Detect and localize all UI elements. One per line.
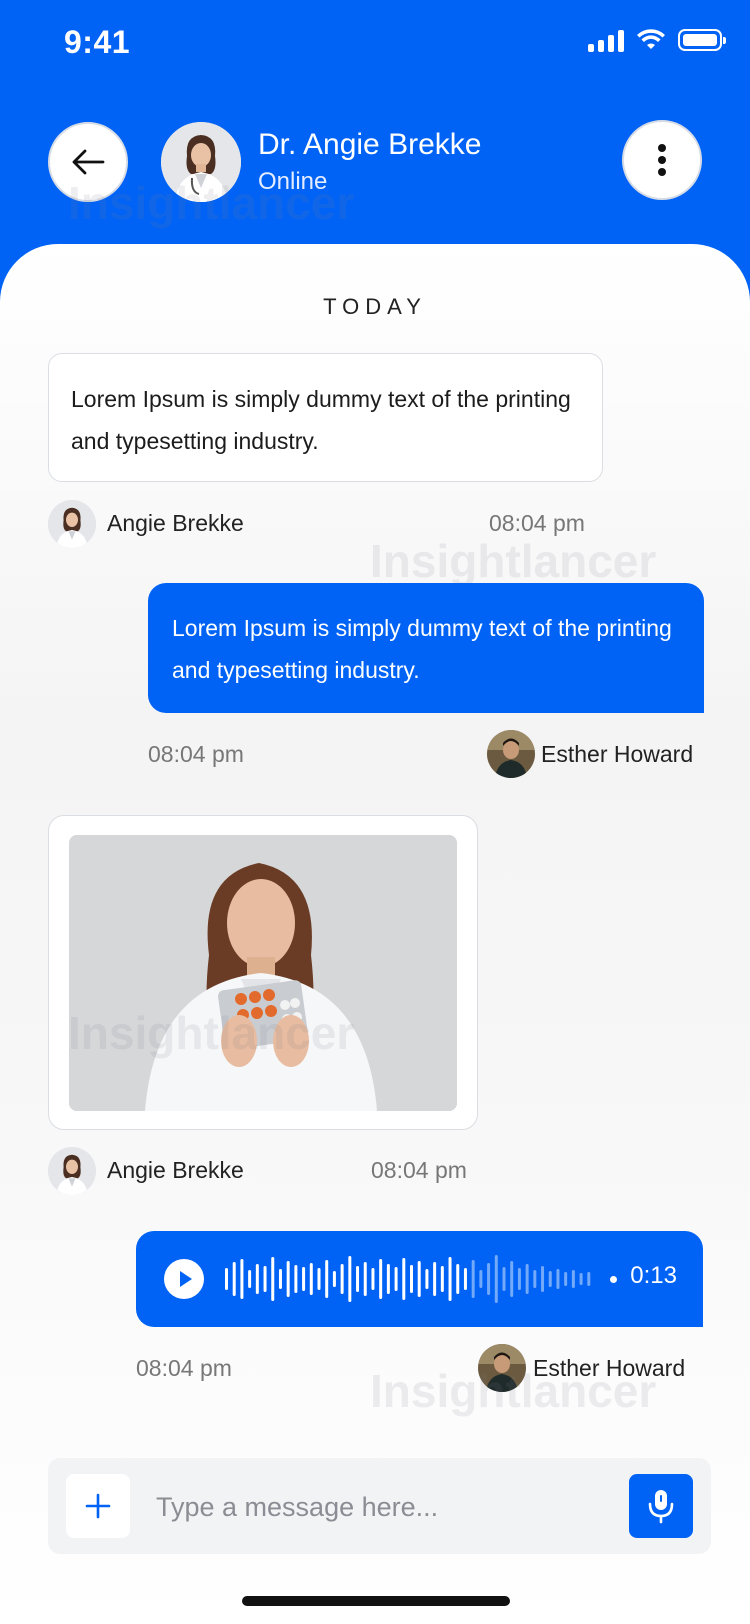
play-button[interactable] [164,1259,204,1299]
wifi-icon [637,29,665,49]
sender-name: Esther Howard [541,741,694,767]
message-input[interactable] [154,1482,598,1532]
waveform-bar [556,1269,560,1289]
waveform-bar [410,1265,413,1293]
status-bar-time: 9:41 [64,24,131,60]
waveform-bar [340,1264,344,1294]
voice-record-button[interactable] [629,1474,693,1538]
recording-dot-icon [610,1276,617,1283]
arrow-left-icon [72,149,105,175]
waveform-bar [255,1264,259,1294]
waveform-bar [363,1262,367,1296]
waveform-bar [541,1266,545,1292]
waveform-bar [286,1261,290,1297]
waveform-bar [271,1257,275,1301]
doctor-avatar[interactable] [161,122,241,202]
waveform-bar [417,1261,421,1297]
waveform-bar [487,1263,491,1295]
voice-duration: 0:13 [630,1262,677,1289]
waveform-bar [494,1255,498,1303]
waveform-bar [587,1272,591,1286]
waveform-bar [525,1264,529,1294]
waveform-bar [294,1265,298,1293]
message-time: 08:04 pm [148,741,244,767]
waveform-bar [502,1267,506,1291]
waveform-bar [440,1266,444,1292]
sender-avatar [48,1147,96,1195]
waveform-bar [386,1264,390,1294]
back-button[interactable] [48,122,128,202]
waveform-bar [548,1271,552,1287]
sender-avatar [487,730,535,778]
waveform-bar [225,1268,228,1290]
outgoing-message-bubble[interactable]: Lorem Ipsum is simply dummy text of the … [148,583,704,713]
waveform-bar [302,1267,306,1291]
date-divider: TODAY [323,294,427,319]
home-indicator [242,1596,510,1606]
waveform-bar [425,1269,429,1289]
incoming-message-bubble[interactable]: Lorem Ipsum is simply dummy text of the … [48,353,603,482]
waveform-bar [463,1268,467,1290]
waveform-bar [232,1262,236,1296]
more-options-button[interactable] [622,120,702,200]
waveform-bar [371,1268,375,1290]
waveform-bar [433,1262,437,1296]
waveform-bar [309,1263,313,1295]
waveform-bar [332,1271,336,1287]
add-attachment-button[interactable] [66,1474,130,1538]
waveform-bar [379,1259,383,1299]
message-composer [48,1458,711,1554]
battery-icon [678,29,726,51]
online-status: Online [258,168,328,195]
doctor-portrait-image [161,122,241,202]
waveform-bar [456,1264,460,1294]
waveform-bar [510,1261,514,1297]
sender-name: Esther Howard [533,1355,686,1381]
status-bar-icons [588,28,726,52]
waveform-bar [579,1273,583,1285]
pharmacist-photo [69,835,457,1111]
message-time: 08:04 pm [489,510,585,536]
doctor-name: Dr. Angie Brekke [258,128,482,161]
waveform-bar [479,1270,483,1288]
cellular-signal-icon [588,28,624,52]
sender-name: Angie Brekke [107,1157,244,1183]
sender-avatar [48,500,96,548]
waveform-bar [533,1270,537,1288]
waveform-bar [240,1259,244,1299]
shared-photo[interactable] [69,835,457,1111]
waveform-bar [356,1266,360,1292]
waveform-bar [402,1258,406,1300]
waveform-bar [517,1268,521,1290]
message-time: 08:04 pm [136,1355,232,1381]
waveform-bar [571,1270,575,1288]
microphone-icon [648,1490,674,1524]
waveform-bar [348,1256,352,1302]
sender-name: Angie Brekke [107,510,244,536]
chat-screen: 9:41 Dr. Angie Brekke Online TODAY Lorem… [0,0,750,1624]
waveform-bar [564,1272,568,1286]
waveform-bar [263,1266,267,1292]
sender-avatar [478,1344,526,1392]
waveform-bar [448,1257,452,1301]
plus-icon [85,1493,111,1519]
audio-waveform[interactable] [224,1231,594,1327]
play-icon [180,1271,192,1287]
image-message-card[interactable] [48,815,478,1130]
message-time: 08:04 pm [371,1157,467,1183]
more-vertical-icon [658,144,666,176]
waveform-bar [394,1267,398,1291]
waveform-bar [248,1270,252,1288]
waveform-bar [317,1268,321,1290]
waveform-bar [325,1260,329,1298]
waveform-bar [471,1260,475,1298]
waveform-bar [278,1269,282,1289]
voice-message-bubble[interactable]: 0:13 [136,1231,703,1327]
